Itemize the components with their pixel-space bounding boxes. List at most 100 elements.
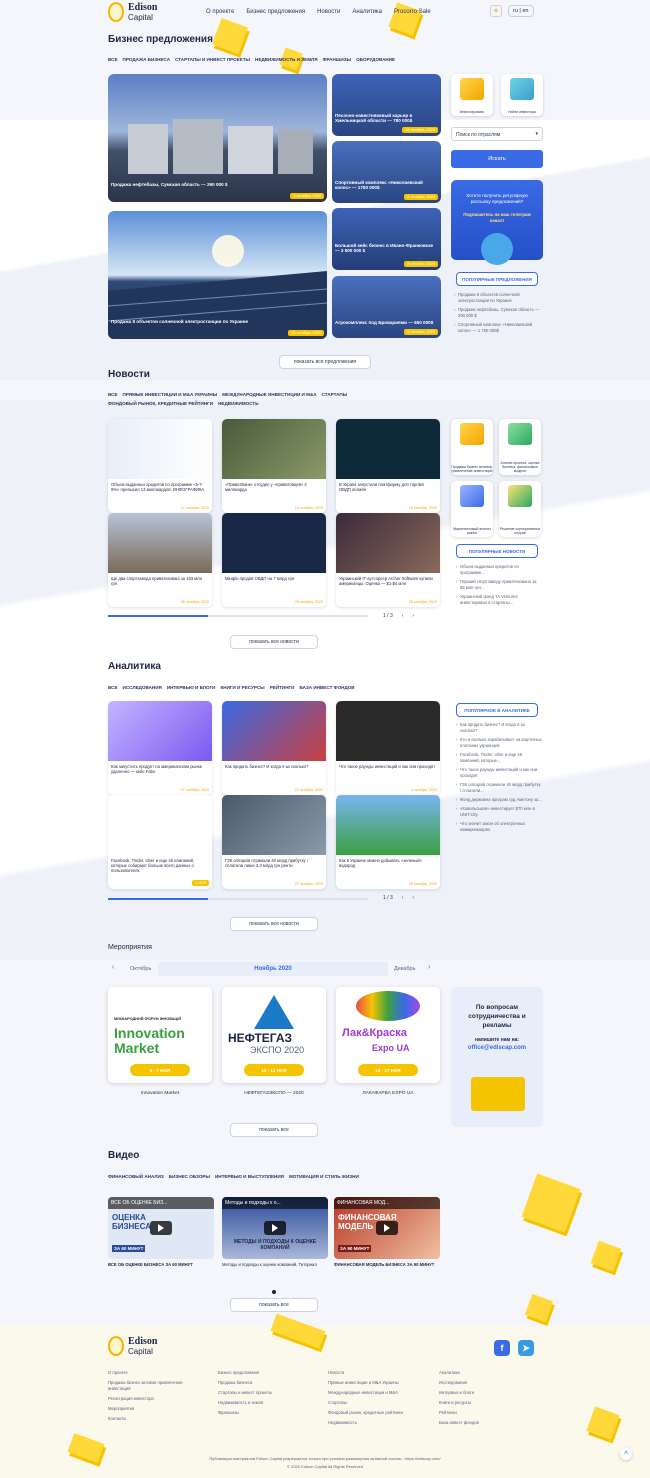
video-card[interactable]: Методы и подходы к о... МЕТОДЫ И ПОДХОДЫ… <box>222 1197 328 1259</box>
tag[interactable]: ОБОРУДОВАНИЕ <box>356 55 395 64</box>
list-item[interactable]: «Ковальськая» инвестирует $70 млн в UNIT… <box>456 806 542 818</box>
scroll-top-icon[interactable]: ˄ <box>620 1448 632 1460</box>
footer-link[interactable]: Продажа бизнеса <box>218 1378 314 1388</box>
tag[interactable]: БАЗА ИНВЕСТ ФОНДОВ <box>299 683 354 692</box>
service-tile[interactable]: Анализ проекта, оценка бизнеса, финансов… <box>499 419 541 475</box>
carousel-dot[interactable] <box>272 1290 276 1294</box>
tag[interactable]: РЕЙТИНГИ <box>270 683 295 692</box>
video-card[interactable]: ВСЕ ОБ ОЦЕНКЕ БИЗ... ОЦЕНКА БИЗНЕСА ЗА 6… <box>108 1197 214 1259</box>
list-item[interactable]: Продажа нефтебазы, Сумская область — 290… <box>454 307 542 319</box>
theme-sun-icon[interactable]: ☀ <box>490 5 502 17</box>
show-all-offers-button[interactable]: показать все предложения <box>279 355 371 369</box>
offer-card-small[interactable]: Большой кейс бизнес в Ивано-Франковске —… <box>332 208 441 270</box>
footer-link[interactable]: Аналитика <box>439 1368 539 1378</box>
analytics-card[interactable]: Как запустить продукт на американском ры… <box>108 701 212 795</box>
prev-arrow-icon[interactable]: ‹ <box>402 895 404 901</box>
next-arrow-icon[interactable]: › <box>412 613 414 619</box>
list-item[interactable]: Продажа 8 объектов солнечной электростан… <box>454 292 542 304</box>
analytics-card[interactable]: Как продать бизнес? И когда я за сколько… <box>222 701 326 795</box>
footer-link[interactable]: Международные инвестиции и M&A <box>328 1388 432 1398</box>
news-card[interactable]: «ПриватБанк» отсудил у «приватовцев» 4 м… <box>222 419 326 513</box>
news-card[interactable]: Объем выданных кредитов по программе «5-… <box>108 419 212 513</box>
tag[interactable]: КНИГИ И РЕСУРСЫ <box>220 683 264 692</box>
analytics-card[interactable]: Как в Украине можно добывать «зеленый» в… <box>336 795 440 889</box>
play-icon[interactable] <box>376 1221 398 1235</box>
footer-link[interactable]: Новости <box>328 1368 432 1378</box>
list-item[interactable]: Фонд державна програм суд Аметону за... <box>456 797 542 803</box>
list-item[interactable]: Что такое раунды инвестиций и как они пр… <box>456 767 542 779</box>
tag[interactable]: МЕЖДУНАРОДНЫЕ ИНВЕСТИЦИИ И M&A <box>222 390 316 399</box>
list-item[interactable]: Объем выданных кредитов по программе... <box>456 564 542 576</box>
prev-month[interactable]: Октябрь <box>130 966 151 972</box>
chevron-left-icon[interactable]: ‹ <box>112 964 114 971</box>
video-title-text[interactable]: ФИНАНСОВАЯ МОДЕЛЬ БИЗНЕСА ЗА 90 МИНУТ <box>334 1262 440 1267</box>
list-item[interactable]: Facebook, Tinder, Uber и еще 45 компаний… <box>456 752 542 764</box>
footer-link[interactable]: Недвижимость и земля <box>218 1398 314 1408</box>
service-tile[interactable]: Продажа бизнес активов, привлечение инве… <box>451 419 493 475</box>
event-card[interactable]: МІЖНАРОДНИЙ ФОРУМ ІННОВАЦІЙ Innovation M… <box>108 987 212 1083</box>
event-name[interactable]: ЛАКАФАРБА EXPO UA <box>336 1091 440 1096</box>
tag[interactable]: ФОНДОВЫЙ РЫНОК, КРЕДИТНЫЕ РЕЙТИНГИ <box>108 399 213 408</box>
footer-link[interactable]: Франшизы <box>218 1408 314 1418</box>
show-all-analytics-button[interactable]: показать все новости <box>230 917 318 931</box>
news-card[interactable]: Ще два спортзавода приватизовані за 163 … <box>108 513 212 607</box>
invest-tile[interactable]: Инвестировать <box>451 74 493 116</box>
tag[interactable]: ФИНАНСОВЫЙ АНАЛИЗ <box>108 1172 164 1181</box>
footer-link[interactable]: Стартапы <box>328 1398 432 1408</box>
tag[interactable]: ВСЕ <box>108 683 118 692</box>
footer-link[interactable]: Недвижимость <box>328 1418 432 1428</box>
find-investor-tile[interactable]: Найти инвестора <box>501 74 543 116</box>
tag[interactable]: ИССЛЕДОВАНИЯ <box>123 683 162 692</box>
tag[interactable]: ПРОДАЖА БИЗНЕСА <box>123 55 171 64</box>
footer-link[interactable]: Интервью и блоги <box>439 1388 539 1398</box>
list-item[interactable]: Что значит закон об электронных коммуник… <box>456 821 542 833</box>
popular-analytics-button[interactable]: ПОПУЛЯРНОЕ В АНАЛИТИКЕ <box>456 703 538 717</box>
show-all-videos-button[interactable]: показать все <box>230 1298 318 1312</box>
logo[interactable]: Edison Capital <box>108 2 157 22</box>
footer-link[interactable]: База инвест фондов <box>439 1418 539 1428</box>
footer-logo[interactable]: Edison Capital <box>108 1336 157 1356</box>
event-card[interactable]: Лак&Краска Expo UA 24 - 27 НОЯ <box>336 987 440 1083</box>
offer-card-small[interactable]: Песочно-известняковый карьер в Хмельницк… <box>332 74 441 136</box>
nav-news[interactable]: Новости <box>317 9 340 15</box>
news-card[interactable]: Украинский IT-аутсорсер Archer Software … <box>336 513 440 607</box>
list-item[interactable]: Порший спортзаводу приватизовано за 55 м… <box>456 579 542 591</box>
analytics-card[interactable]: ГЗК олігархів отримали 40 млрд прибутку … <box>222 795 326 889</box>
footer-link[interactable]: Контакты <box>108 1414 198 1424</box>
next-month[interactable]: Декабрь <box>394 966 415 972</box>
analytics-card[interactable]: Facebook, Tinder, Uber и еще 45 компаний… <box>108 795 212 889</box>
tag[interactable]: СТАРТАПЫ <box>322 390 348 399</box>
event-name[interactable]: Innovation Market <box>108 1091 212 1096</box>
analytics-card[interactable]: Что такое раунды инвестиций и как они пр… <box>336 701 440 795</box>
footer-link[interactable]: Исследования <box>439 1378 539 1388</box>
telegram-promo[interactable]: Хотите получить регулярную рассылку пред… <box>451 180 543 265</box>
footer-link[interactable]: Прямые инвестиции и M&A Украины <box>328 1378 432 1388</box>
tag[interactable]: БИЗНЕС ОБЗОРЫ <box>169 1172 210 1181</box>
footer-link[interactable]: Бизнес предложения <box>218 1368 314 1378</box>
search-button[interactable]: Искать <box>451 150 543 168</box>
event-name[interactable]: НЕФТЕГАЗЭКСПО — 2020 <box>222 1091 326 1096</box>
footer-link[interactable]: Продажа бизнес активов привлечение инвес… <box>108 1380 198 1392</box>
nav-business[interactable]: Бизнес предложения <box>246 9 305 15</box>
tag[interactable]: ИНТЕРВЬЮ И ВЫСТУПЛЕНИЯ <box>215 1172 284 1181</box>
news-card[interactable]: В Україні запустили платформу для торгів… <box>336 419 440 513</box>
footer-link[interactable]: Мероприятия <box>108 1404 198 1414</box>
footer-link[interactable]: Рейтинги <box>439 1408 539 1418</box>
footer-link[interactable]: Книги и ресурсы <box>439 1398 539 1408</box>
promo-email[interactable]: office@ediscap.com <box>457 1045 537 1051</box>
popular-news-button[interactable]: ПОПУЛЯРНЫЕ НОВОСТИ <box>456 544 538 558</box>
news-card[interactable]: Мінфін продав ОВДП на 7 млрд грн 26 октяб… <box>222 513 326 607</box>
show-all-news-button[interactable]: показать все новости <box>230 635 318 649</box>
event-card[interactable]: НЕФТЕГАЗ ЭКСПО 2020 10 - 12 НОЯ <box>222 987 326 1083</box>
list-item[interactable]: Украинский фонд TA Ventures инвестировал… <box>456 594 542 606</box>
show-all-events-button[interactable]: показать все <box>230 1123 318 1137</box>
popular-offers-button[interactable]: ПОПУЛЯРНЫЕ ПРЕДЛОЖЕНИЯ <box>456 272 538 286</box>
video-card[interactable]: ФИНАНСОВАЯ МОД... ФИНАНСОВАЯ МОДЕЛЬ ЗА 9… <box>334 1197 440 1259</box>
language-switch[interactable]: ru | en <box>508 5 534 17</box>
facebook-icon[interactable]: f <box>494 1340 510 1356</box>
prev-arrow-icon[interactable]: ‹ <box>402 613 404 619</box>
offer-card-big[interactable]: Продажа 8 объектов солнечной электростан… <box>108 211 327 339</box>
video-title-text[interactable]: ВСЕ ОБ ОЦЕНКЕ БИЗНЕСА ЗА 60 МИНУТ <box>108 1262 214 1267</box>
tag[interactable]: ВСЕ <box>108 390 118 399</box>
industry-select[interactable]: Поиск по отраслям ▾ <box>451 127 543 141</box>
